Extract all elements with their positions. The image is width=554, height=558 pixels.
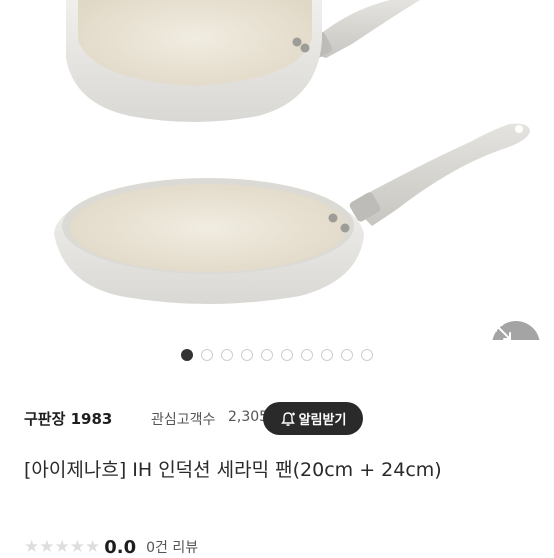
star-icon: ★ bbox=[69, 537, 85, 557]
large-pan bbox=[54, 123, 530, 304]
rating-summary[interactable]: ★★★★★ 0.0 0건 리뷰 bbox=[24, 536, 199, 558]
gallery-dot[interactable] bbox=[281, 349, 293, 361]
product-image bbox=[54, 0, 530, 304]
alarm-button-label: 알림받기 bbox=[298, 413, 347, 428]
product-title: [아이제나흐] IH 인덕션 세라믹 팬(20cm + 24cm) bbox=[24, 459, 442, 481]
rating-stars: ★★★★★ bbox=[24, 537, 100, 557]
gallery-dot[interactable] bbox=[221, 349, 233, 361]
gallery-dot[interactable] bbox=[261, 349, 273, 361]
rating-score: 0.0 bbox=[104, 536, 137, 558]
bell-plus-icon bbox=[280, 411, 295, 426]
star-icon: ★ bbox=[85, 537, 101, 557]
alarm-button[interactable]: 알림받기 bbox=[263, 402, 363, 435]
gallery-dot[interactable] bbox=[361, 349, 373, 361]
expand-arrows-icon bbox=[495, 324, 511, 340]
product-image-gallery[interactable] bbox=[0, 0, 554, 340]
star-icon: ★ bbox=[24, 537, 40, 557]
gallery-dot[interactable] bbox=[181, 349, 193, 361]
star-icon: ★ bbox=[39, 537, 55, 557]
gallery-dot[interactable] bbox=[301, 349, 313, 361]
gallery-dot[interactable] bbox=[321, 349, 333, 361]
gallery-dot[interactable] bbox=[201, 349, 213, 361]
review-count: 0건 리뷰 bbox=[146, 540, 199, 556]
star-icon: ★ bbox=[54, 537, 70, 557]
gallery-dot[interactable] bbox=[341, 349, 353, 361]
shop-name[interactable]: 구판장 1983 bbox=[24, 408, 112, 429]
small-pan bbox=[66, 0, 420, 122]
gallery-dot[interactable] bbox=[241, 349, 253, 361]
fav-count-label: 관심고객수 bbox=[151, 412, 216, 428]
shop-info: 구판장 1983 관심고객수 2,305 알림받기 bbox=[24, 400, 534, 436]
gallery-pagination bbox=[0, 349, 554, 363]
